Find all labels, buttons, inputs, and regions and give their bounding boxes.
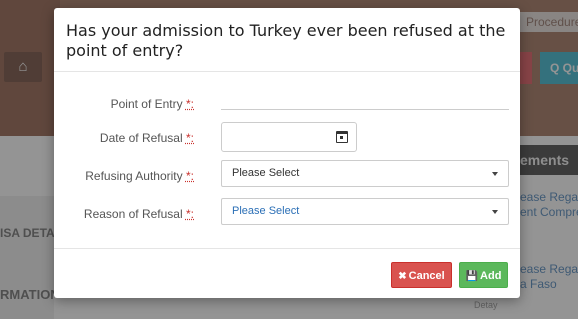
- reason-of-refusal-row: Reason of Refusal *: Please Select: [54, 198, 520, 230]
- point-of-entry-label: Point of Entry *:: [110, 97, 194, 111]
- date-of-refusal-label: Date of Refusal *:: [99, 131, 194, 145]
- times-icon: ✖: [398, 271, 407, 282]
- save-icon: 💾: [465, 271, 479, 282]
- modal-header: Has your admission to Turkey ever been r…: [54, 8, 520, 72]
- refusing-authority-label: Refusing Authority *:: [85, 169, 194, 183]
- caret-down-icon: [492, 210, 498, 214]
- date-of-refusal-row: Date of Refusal *:: [54, 122, 520, 154]
- refusal-modal: Has your admission to Turkey ever been r…: [54, 8, 520, 298]
- point-of-entry-row: Point of Entry *:: [54, 88, 520, 120]
- reason-of-refusal-label: Reason of Refusal *:: [83, 207, 194, 221]
- required-marker: *:: [185, 97, 194, 111]
- modal-footer: ✖ Cancel 💾 Add: [54, 248, 520, 298]
- date-of-refusal-input[interactable]: [221, 122, 357, 152]
- required-marker: *:: [185, 131, 194, 145]
- refusing-authority-row: Refusing Authority *: Please Select: [54, 160, 520, 192]
- add-button[interactable]: 💾 Add: [459, 262, 508, 288]
- reason-of-refusal-value: Please Select: [232, 205, 300, 217]
- modal-title: Has your admission to Turkey ever been r…: [66, 21, 506, 60]
- reason-of-refusal-select[interactable]: Please Select: [221, 198, 509, 225]
- refusing-authority-select[interactable]: Please Select: [221, 160, 509, 187]
- required-marker: *:: [185, 169, 194, 183]
- cancel-button[interactable]: ✖ Cancel: [391, 262, 452, 288]
- calendar-icon[interactable]: [336, 131, 348, 143]
- caret-down-icon: [492, 172, 498, 176]
- refusing-authority-value: Please Select: [232, 167, 300, 179]
- point-of-entry-input[interactable]: [221, 88, 509, 110]
- required-marker: *:: [185, 207, 194, 221]
- cancel-button-label: Cancel: [408, 270, 445, 282]
- add-button-label: Add: [480, 270, 502, 282]
